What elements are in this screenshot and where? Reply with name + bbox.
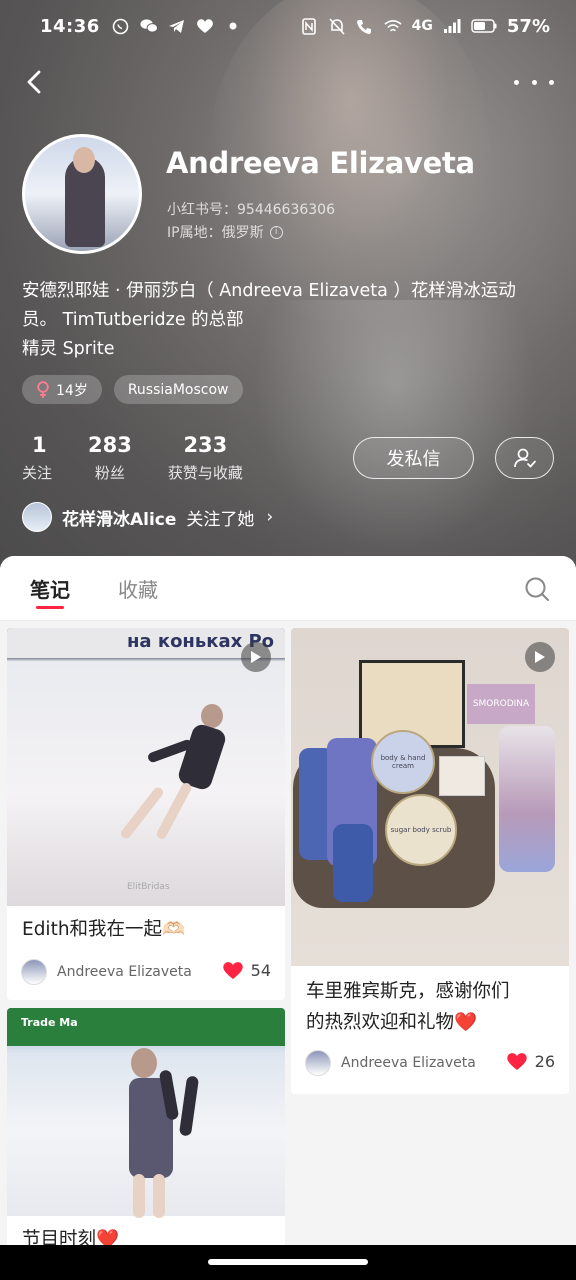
dot-icon	[549, 79, 554, 85]
battery-icon	[471, 17, 497, 35]
video-play-button[interactable]	[241, 642, 271, 672]
likes-collections-stat[interactable]: 233 获赞与收藏	[168, 432, 243, 483]
heart-icon	[506, 1053, 527, 1070]
heart-app-icon	[196, 17, 214, 35]
wifi-icon	[384, 17, 402, 35]
home-indicator[interactable]	[208, 1259, 368, 1265]
smorodina-box: SMORODINA	[467, 684, 535, 724]
note-card[interactable]: на коньках Ро ElitBridas Edith和我在一起🫶🏻 An…	[7, 628, 285, 1000]
note-author[interactable]: Andreeva Elizaveta	[305, 1050, 476, 1076]
like-button[interactable]: 54	[222, 960, 271, 980]
search-button[interactable]	[524, 576, 550, 602]
navigation-bar	[0, 1245, 576, 1280]
back-button[interactable]	[18, 64, 54, 100]
status-bar: 14:36 4G 57%	[0, 0, 576, 52]
skater-figure	[117, 698, 237, 858]
battery-percent: 57%	[506, 15, 550, 37]
followed-by-row[interactable]: 花样滑冰Alice 关注了她 ›	[22, 502, 273, 532]
call-icon	[356, 17, 374, 35]
ip-location: IP属地：俄罗斯 i	[167, 222, 283, 242]
fans-stat[interactable]: 283 粉丝	[88, 432, 132, 483]
cream-jar: body & hand cream	[371, 730, 435, 794]
female-icon	[37, 380, 49, 398]
author-avatar	[21, 959, 47, 985]
search-icon	[525, 577, 549, 601]
send-message-button[interactable]: 发私信	[353, 437, 474, 479]
profile-avatar[interactable]	[22, 134, 142, 254]
network-type: 4G	[411, 18, 433, 34]
like-button[interactable]: 26	[506, 1051, 555, 1071]
profile-bio: 安德烈耶娃 · 伊丽莎白（ Andreeva Elizaveta ）花样滑冰运动…	[22, 281, 516, 359]
status-time: 14:36	[40, 15, 100, 37]
serum-bottle	[333, 824, 373, 902]
whatsapp-icon	[112, 17, 130, 35]
wechat-icon	[140, 17, 158, 35]
info-icon[interactable]: i	[269, 225, 283, 239]
skater-figure	[107, 1038, 227, 1218]
small-box	[439, 756, 485, 796]
nfc-icon	[300, 17, 318, 35]
following-stat[interactable]: 1 关注	[22, 432, 52, 483]
note-card[interactable]: Trade Ma 节目时刻❤️	[7, 1008, 285, 1280]
bath-salt-jar	[499, 726, 555, 872]
top-nav	[0, 60, 576, 104]
image-watermark: ElitBridas	[127, 882, 170, 892]
avatar-face	[73, 147, 95, 173]
note-cover-image: Trade Ma	[7, 1008, 285, 1218]
red-id: 小红书号：95446636306	[167, 202, 335, 218]
content-sheet: 笔记 收藏 на коньках Ро ElitBridas Edith和我在一…	[0, 556, 576, 1280]
play-icon	[251, 651, 261, 663]
content-tabs: 笔记 收藏	[0, 556, 576, 621]
profile-header: 14:36 4G 57% Andreeva Elizaveta 小红书号：954…	[0, 0, 576, 575]
scrub-jar: sugar body scrub	[385, 794, 457, 866]
note-author[interactable]: Andreeva Elizaveta	[21, 959, 192, 985]
dot-icon	[531, 79, 537, 85]
more-options-button[interactable]	[514, 64, 554, 100]
author-avatar	[305, 1050, 331, 1076]
age-tag: 14岁	[22, 375, 102, 404]
signal-icon	[443, 17, 461, 35]
dot-icon	[514, 79, 519, 85]
tab-favorites[interactable]: 收藏	[118, 556, 158, 621]
note-card[interactable]: SMORODINA body & hand cream sugar body s…	[291, 628, 569, 1094]
heart-icon	[222, 962, 243, 979]
mute-icon	[328, 17, 346, 35]
profile-stats: 1 关注 283 粉丝 233 获赞与收藏	[22, 432, 279, 483]
profile-name: Andreeva Elizaveta	[166, 146, 475, 180]
chevron-right-icon: ›	[266, 507, 274, 527]
note-title: 车里雅宾斯克，感谢你们 的热烈欢迎和礼物❤️	[306, 981, 510, 1033]
tab-notes[interactable]: 笔记	[30, 556, 70, 621]
play-icon	[535, 651, 545, 663]
user-check-icon	[513, 448, 536, 468]
video-play-button[interactable]	[525, 642, 555, 672]
follower-avatar	[22, 502, 52, 532]
note-title: Edith和我在一起🫶🏻	[22, 919, 186, 940]
note-cover-image: SMORODINA body & hand cream sugar body s…	[291, 628, 569, 966]
notification-dot-icon	[224, 17, 242, 35]
note-cover-image: на коньках Ро ElitBridas	[7, 628, 285, 906]
location-tag: RussiaMoscow	[113, 375, 243, 404]
chevron-left-icon	[27, 70, 41, 94]
follow-button[interactable]	[495, 437, 554, 479]
telegram-icon	[168, 17, 186, 35]
profile-tags: 14岁 RussiaMoscow	[22, 375, 243, 404]
